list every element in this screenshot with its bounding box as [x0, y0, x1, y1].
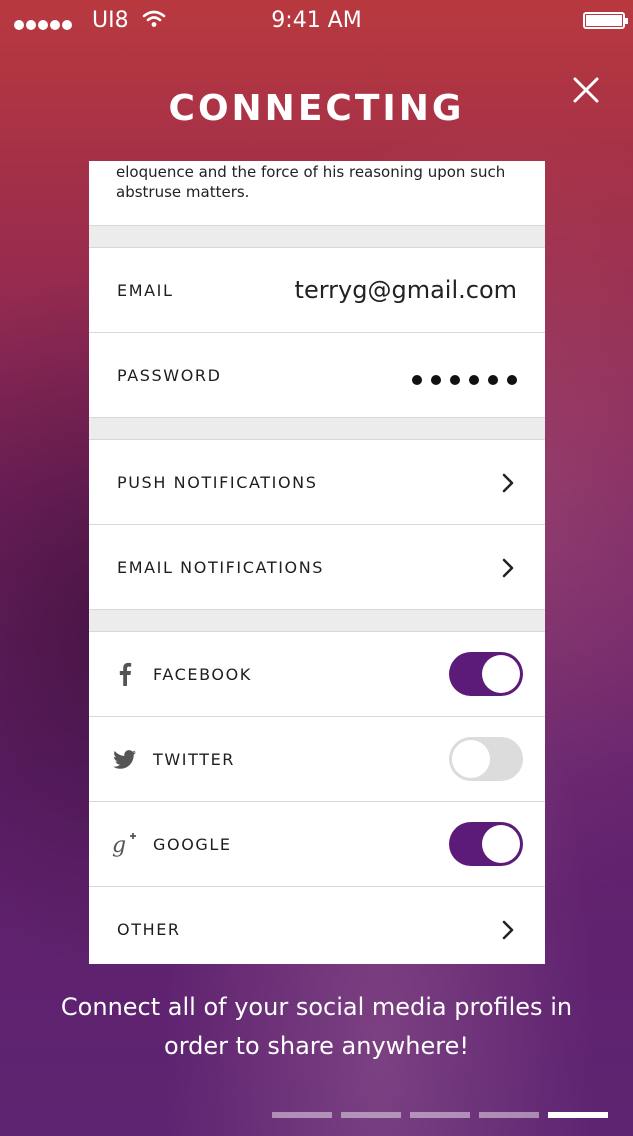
battery-icon [583, 12, 628, 29]
page-dot[interactable] [479, 1112, 539, 1118]
push-notifications-label: PUSH NOTIFICATIONS [117, 473, 318, 492]
twitter-toggle[interactable] [449, 737, 523, 781]
close-button[interactable] [568, 72, 604, 108]
facebook-row: FACEBOOK [89, 632, 545, 717]
page-indicator [272, 1112, 617, 1118]
page-dot[interactable] [341, 1112, 401, 1118]
push-notifications-row[interactable]: PUSH NOTIFICATIONS [89, 440, 545, 525]
password-label: PASSWORD [117, 366, 222, 385]
intro-text-block: eloquence and the force of his reasoning… [89, 162, 545, 226]
email-value: terryg@gmail.com [294, 276, 517, 304]
google-toggle[interactable] [449, 822, 523, 866]
facebook-icon [119, 662, 132, 686]
svg-text:g: g [112, 833, 126, 858]
google-plus-icon: g [112, 833, 136, 858]
section-divider [89, 610, 545, 632]
intro-paragraph: eloquence and the force of his reasoning… [116, 163, 506, 201]
email-row[interactable]: EMAIL terryg@gmail.com [89, 248, 545, 333]
clock: 9:41 AM [271, 8, 362, 33]
email-notifications-label: EMAIL NOTIFICATIONS [117, 558, 325, 577]
settings-card: eloquence and the force of his reasoning… [89, 161, 545, 964]
footer-message: Connect all of your social media profile… [60, 993, 573, 1060]
twitter-row: TWITTER [89, 717, 545, 802]
status-bar: UI8 9:41 AM [0, 0, 633, 42]
facebook-label: FACEBOOK [153, 665, 252, 684]
email-label: EMAIL [117, 281, 174, 300]
section-divider [89, 226, 545, 248]
toggle-knob [452, 740, 490, 778]
toggle-knob [482, 655, 520, 693]
email-notifications-row[interactable]: EMAIL NOTIFICATIONS [89, 525, 545, 610]
page-title: CONNECTING [168, 88, 465, 129]
facebook-toggle[interactable] [449, 652, 523, 696]
close-icon [573, 77, 599, 103]
page-dot-active[interactable] [548, 1112, 608, 1118]
chevron-right-icon [502, 558, 514, 578]
toggle-knob [482, 825, 520, 863]
password-row[interactable]: PASSWORD [89, 333, 545, 418]
password-mask [403, 370, 517, 389]
page-dot[interactable] [410, 1112, 470, 1118]
twitter-label: TWITTER [153, 750, 236, 769]
section-divider [89, 418, 545, 440]
chevron-right-icon [502, 473, 514, 493]
page-dot[interactable] [272, 1112, 332, 1118]
other-row[interactable]: OTHER [89, 887, 545, 964]
google-label: GOOGLE [153, 835, 232, 854]
google-row: g GOOGLE [89, 802, 545, 887]
other-label: OTHER [117, 920, 181, 939]
chevron-right-icon [502, 920, 514, 940]
twitter-icon [113, 750, 136, 769]
